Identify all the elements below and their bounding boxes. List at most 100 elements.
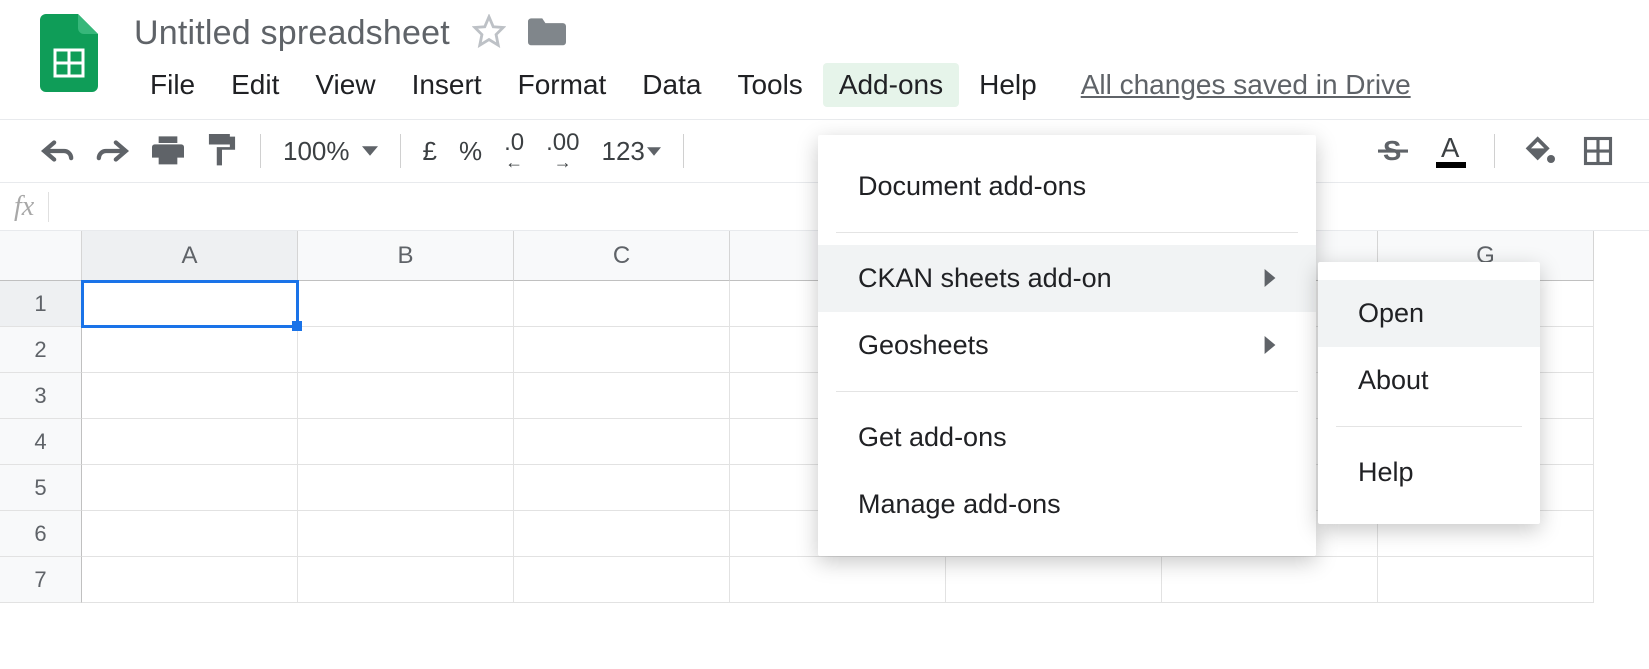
cell-B5[interactable] bbox=[298, 465, 514, 511]
cell-B3[interactable] bbox=[298, 373, 514, 419]
submenu-item-label: About bbox=[1358, 365, 1429, 396]
row-header-4[interactable]: 4 bbox=[0, 419, 82, 465]
chevron-down-icon bbox=[362, 146, 378, 156]
cell-A2[interactable] bbox=[82, 327, 298, 373]
cell-A6[interactable] bbox=[82, 511, 298, 557]
cell-C3[interactable] bbox=[514, 373, 730, 419]
menu-bar: File Edit View Insert Format Data Tools … bbox=[134, 63, 1411, 107]
percent-button[interactable]: % bbox=[459, 136, 482, 167]
text-color-swatch bbox=[1436, 162, 1466, 168]
cell-A5[interactable] bbox=[82, 465, 298, 511]
sheets-logo bbox=[40, 14, 98, 92]
menu-insert[interactable]: Insert bbox=[396, 63, 498, 107]
dropdown-separator bbox=[836, 391, 1298, 392]
row-header-6[interactable]: 6 bbox=[0, 511, 82, 557]
dropdown-separator bbox=[836, 232, 1298, 233]
cell-C7[interactable] bbox=[514, 557, 730, 603]
star-icon[interactable] bbox=[472, 14, 506, 53]
menu-tools[interactable]: Tools bbox=[721, 63, 818, 107]
increase-decimal-button[interactable]: .00 → bbox=[546, 132, 579, 170]
menu-addons[interactable]: Add-ons bbox=[823, 63, 959, 107]
arrow-right-icon: → bbox=[554, 154, 572, 170]
save-status[interactable]: All changes saved in Drive bbox=[1081, 69, 1411, 101]
cell-E7[interactable] bbox=[946, 557, 1162, 603]
folder-icon[interactable] bbox=[528, 14, 566, 53]
cell-B1[interactable] bbox=[298, 281, 514, 327]
menu-format[interactable]: Format bbox=[502, 63, 623, 107]
cell-C2[interactable] bbox=[514, 327, 730, 373]
addons-item[interactable]: Document add-ons bbox=[818, 153, 1316, 220]
menu-help[interactable]: Help bbox=[963, 63, 1053, 107]
arrow-left-icon: ← bbox=[505, 154, 523, 170]
submenu-item-label: Open bbox=[1358, 298, 1424, 329]
strikethrough-icon[interactable]: S bbox=[1378, 136, 1408, 166]
borders-icon[interactable] bbox=[1583, 136, 1613, 166]
menu-view[interactable]: View bbox=[299, 63, 391, 107]
cell-C5[interactable] bbox=[514, 465, 730, 511]
text-color-button[interactable]: A bbox=[1436, 134, 1466, 168]
select-all-corner[interactable] bbox=[0, 231, 82, 281]
cell-A4[interactable] bbox=[82, 419, 298, 465]
toolbar-separator bbox=[260, 134, 261, 168]
cell-A7[interactable] bbox=[82, 557, 298, 603]
row-header-3[interactable]: 3 bbox=[0, 373, 82, 419]
menu-file[interactable]: File bbox=[134, 63, 211, 107]
dropdown-separator bbox=[1336, 426, 1522, 427]
cell-B6[interactable] bbox=[298, 511, 514, 557]
menu-edit[interactable]: Edit bbox=[215, 63, 295, 107]
number-format-select[interactable]: 123 bbox=[601, 136, 660, 167]
number-format-label: 123 bbox=[601, 136, 644, 167]
decrease-decimal-button[interactable]: .0 ← bbox=[504, 132, 524, 170]
currency-button[interactable]: £ bbox=[423, 136, 437, 167]
addons-item[interactable]: Geosheets bbox=[818, 312, 1316, 379]
row-header-5[interactable]: 5 bbox=[0, 465, 82, 511]
row-header-1[interactable]: 1 bbox=[0, 281, 82, 327]
column-header-b[interactable]: B bbox=[298, 231, 514, 281]
row-header-7[interactable]: 7 bbox=[0, 557, 82, 603]
paint-format-icon[interactable] bbox=[206, 134, 238, 168]
addons-item-label: CKAN sheets add-on bbox=[858, 263, 1112, 294]
formula-bar-separator bbox=[48, 192, 49, 222]
document-title[interactable]: Untitled spreadsheet bbox=[134, 14, 450, 53]
cell-B4[interactable] bbox=[298, 419, 514, 465]
addons-dropdown: Document add-ons CKAN sheets add-on Geoshe… bbox=[818, 135, 1316, 556]
zoom-select[interactable]: 100% bbox=[283, 136, 378, 167]
submenu-arrow-icon bbox=[1264, 330, 1276, 361]
column-header-c[interactable]: C bbox=[514, 231, 730, 281]
cell-G7[interactable] bbox=[1378, 557, 1594, 603]
submenu-item[interactable]: Help bbox=[1318, 439, 1540, 506]
chevron-down-icon bbox=[647, 147, 661, 156]
row-header-2[interactable]: 2 bbox=[0, 327, 82, 373]
submenu-arrow-icon bbox=[1264, 263, 1276, 294]
submenu-item[interactable]: About bbox=[1318, 347, 1540, 414]
cell-C1[interactable] bbox=[514, 281, 730, 327]
redo-icon[interactable] bbox=[96, 138, 130, 164]
menu-data[interactable]: Data bbox=[626, 63, 717, 107]
cell-A3[interactable] bbox=[82, 373, 298, 419]
addons-item-label: Manage add-ons bbox=[858, 489, 1061, 520]
toolbar-separator bbox=[683, 134, 684, 168]
zoom-value: 100% bbox=[283, 136, 350, 167]
addons-item-label: Get add-ons bbox=[858, 422, 1007, 453]
cell-F7[interactable] bbox=[1162, 557, 1378, 603]
cell-B2[interactable] bbox=[298, 327, 514, 373]
cell-C4[interactable] bbox=[514, 419, 730, 465]
decrease-decimal-label: .0 bbox=[504, 132, 524, 154]
cell-A1[interactable] bbox=[82, 281, 298, 327]
addons-item-label: Geosheets bbox=[858, 330, 989, 361]
addons-item[interactable]: CKAN sheets add-on bbox=[818, 245, 1316, 312]
submenu-item-label: Help bbox=[1358, 457, 1414, 488]
cell-B7[interactable] bbox=[298, 557, 514, 603]
submenu-item[interactable]: Open bbox=[1318, 280, 1540, 347]
addons-submenu: Open About Help bbox=[1318, 262, 1540, 524]
fill-color-icon[interactable] bbox=[1523, 136, 1555, 166]
column-header-a[interactable]: A bbox=[82, 231, 298, 281]
addons-item[interactable]: Manage add-ons bbox=[818, 471, 1316, 538]
toolbar-separator bbox=[1494, 134, 1495, 168]
increase-decimal-label: .00 bbox=[546, 132, 579, 154]
print-icon[interactable] bbox=[152, 136, 184, 166]
undo-icon[interactable] bbox=[40, 138, 74, 164]
addons-item[interactable]: Get add-ons bbox=[818, 404, 1316, 471]
cell-D7[interactable] bbox=[730, 557, 946, 603]
cell-C6[interactable] bbox=[514, 511, 730, 557]
